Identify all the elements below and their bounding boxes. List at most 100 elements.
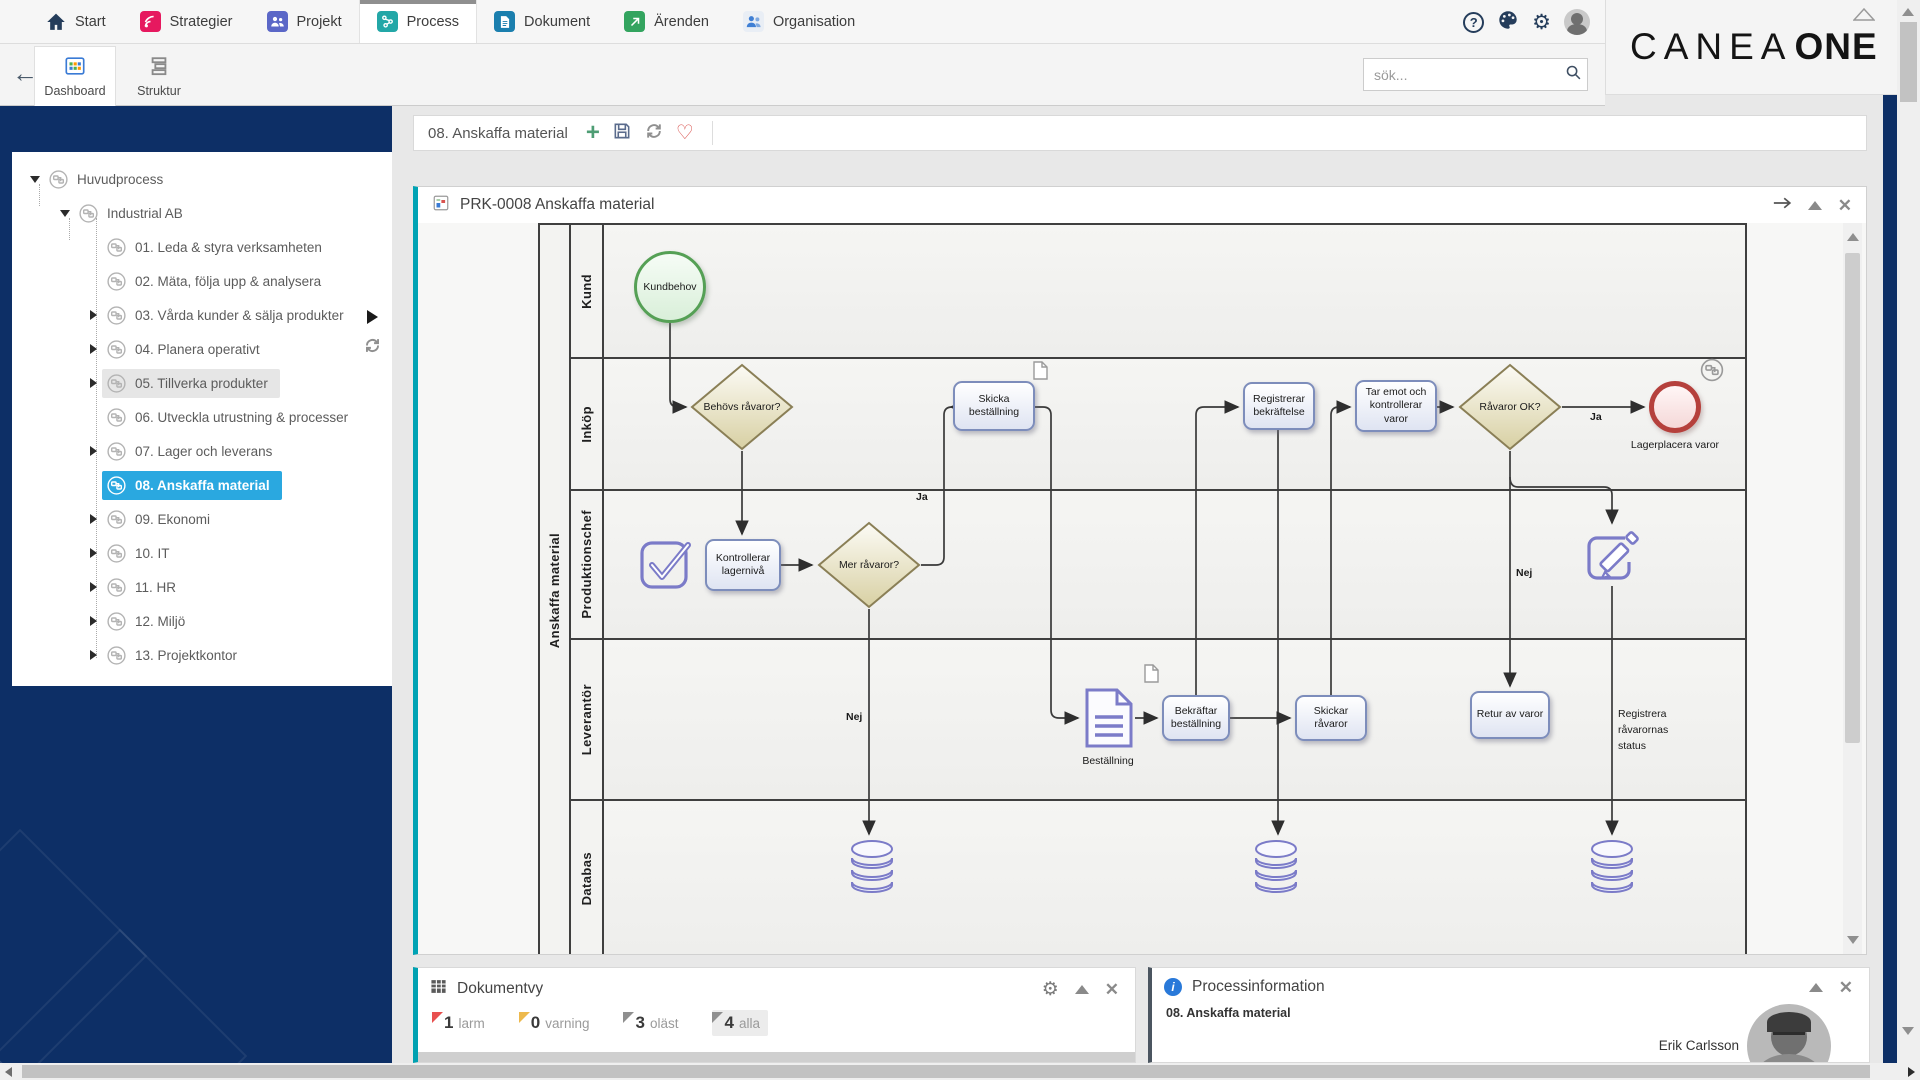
scroll-right-icon[interactable] <box>1908 1067 1915 1077</box>
horizontal-scrollbar[interactable] <box>0 1063 1920 1080</box>
tree-item-02[interactable]: 02. Mäta, följa upp & analysera <box>12 264 392 298</box>
user-avatar[interactable] <box>1564 9 1590 35</box>
gateway-behovs-ravaror[interactable]: Behövs råvaror? <box>690 363 794 451</box>
tree-item-09[interactable]: 09. Ekonomi <box>12 502 392 536</box>
tree-item-06[interactable]: 06. Utveckla utrustning & processer <box>12 400 392 434</box>
chip-alla[interactable]: 4 alla <box>712 1010 768 1036</box>
database-icon[interactable] <box>849 839 895 900</box>
collapse-icon[interactable] <box>1074 984 1089 994</box>
tree-item-08-selected[interactable]: 08. Anskaffa material <box>12 468 392 502</box>
task-skicka-bestallning[interactable]: Skicka beställning <box>953 381 1035 431</box>
refresh-icon[interactable] <box>644 121 664 146</box>
task-retur-av-varor[interactable]: Retur av varor <box>1470 691 1550 739</box>
chevron-right-icon[interactable] <box>86 582 102 592</box>
tree-item-10[interactable]: 10. IT <box>12 536 392 570</box>
add-icon[interactable]: + <box>586 121 600 145</box>
chevron-down-icon[interactable] <box>58 208 74 218</box>
view-toolbar: ← Dashboard Struktur <box>0 44 1605 106</box>
tree-item-label: 01. Leda & styra verksamheten <box>135 239 322 255</box>
chip-varning[interactable]: 0 varning <box>518 1010 598 1036</box>
tree-item-13[interactable]: 13. Projektkontor <box>12 638 392 672</box>
close-icon[interactable]: ✕ <box>1838 197 1852 214</box>
chip-label: oläst <box>649 1016 679 1031</box>
tab-process[interactable]: Process <box>358 0 478 43</box>
register-edit-icon[interactable] <box>1581 528 1643 591</box>
panel-settings-icon[interactable]: ⚙ <box>1042 980 1059 999</box>
open-arrow-icon[interactable] <box>1773 196 1792 215</box>
chevron-down-icon[interactable] <box>28 174 44 184</box>
chevron-right-icon[interactable] <box>86 446 102 456</box>
chevron-right-icon[interactable] <box>86 378 102 388</box>
scroll-left-icon[interactable] <box>5 1067 12 1077</box>
tree-item-11[interactable]: 11. HR <box>12 570 392 604</box>
database-icon[interactable] <box>1589 839 1635 900</box>
owner-avatar[interactable] <box>1747 1004 1831 1062</box>
search-icon[interactable] <box>1565 64 1582 86</box>
palette-icon[interactable] <box>1497 9 1519 36</box>
collapse-header-icon[interactable] <box>1852 7 1876 26</box>
gateway-ravaror-ok[interactable]: Råvaror OK? <box>1458 363 1562 451</box>
database-icon[interactable] <box>1253 839 1299 900</box>
tree-item-12[interactable]: 12. Miljö <box>12 604 392 638</box>
chevron-right-icon[interactable] <box>86 616 102 626</box>
gateway-mer-ravaror[interactable]: Mer råvaror? <box>817 521 921 609</box>
task-registrerar-bekraftelse[interactable]: Registrerar bekräftelse <box>1243 382 1315 430</box>
task-kontrollerar-lagerniva[interactable]: Kontrollerar lagernivå <box>705 539 781 591</box>
favorite-heart-icon[interactable]: ♡ <box>676 123 694 143</box>
close-icon[interactable]: ✕ <box>1105 981 1119 998</box>
chevron-right-icon[interactable] <box>86 344 102 354</box>
chevron-right-icon[interactable] <box>86 650 102 660</box>
search-input[interactable] <box>1364 66 1565 83</box>
diagram-scrollbar[interactable] <box>1843 223 1862 954</box>
close-icon[interactable]: ✕ <box>1839 979 1853 996</box>
tree-item-05[interactable]: 05. Tillverka produkter <box>12 366 392 400</box>
node-label: Mer råvaror? <box>838 558 900 571</box>
chip-larm[interactable]: 1 larm <box>432 1010 493 1036</box>
vertical-scrollbar[interactable] <box>1897 0 1920 1063</box>
view-tab-dashboard[interactable]: Dashboard <box>34 46 116 106</box>
tree-item-huvudprocess[interactable]: Huvudprocess <box>12 162 392 196</box>
tab-organisation[interactable]: Organisation <box>726 0 872 43</box>
scroll-down-icon[interactable] <box>1902 1027 1914 1035</box>
tab-projekt[interactable]: Projekt <box>250 0 359 43</box>
view-tab-struktur[interactable]: Struktur <box>118 46 200 106</box>
linked-process-icon[interactable] <box>1699 357 1725 388</box>
settings-gear-icon[interactable]: ⚙ <box>1532 12 1551 33</box>
chip-olast[interactable]: 3 oläst <box>623 1010 686 1036</box>
tree-item-03[interactable]: 03. Vårda kunder & sälja produkter <box>12 298 392 332</box>
chevron-right-icon[interactable] <box>86 310 102 320</box>
tree-play-icon[interactable] <box>367 310 378 324</box>
process-node-icon <box>49 169 68 189</box>
manual-check-icon[interactable] <box>638 537 694 596</box>
scroll-down-icon[interactable] <box>1847 936 1859 944</box>
chevron-right-icon[interactable] <box>86 514 102 524</box>
tree-item-label: 12. Miljö <box>135 613 186 629</box>
scrollbar-thumb[interactable] <box>1845 253 1860 743</box>
scroll-up-icon[interactable] <box>1847 233 1859 241</box>
scrollbar-thumb[interactable] <box>1900 22 1917 102</box>
tree-refresh-icon[interactable] <box>363 336 382 360</box>
tree-item-04[interactable]: 04. Planera operativt <box>12 332 392 366</box>
tab-strategier[interactable]: Strategier <box>123 0 250 43</box>
tab-dokument[interactable]: Dokument <box>477 0 607 43</box>
chevron-right-icon[interactable] <box>86 548 102 558</box>
tab-start[interactable]: Start <box>28 0 123 43</box>
collapse-icon[interactable] <box>1807 200 1822 210</box>
task-tar-emot-kontrollerar[interactable]: Tar emot och kontrollerar varor <box>1355 380 1437 432</box>
help-icon[interactable]: ? <box>1463 11 1485 33</box>
panel-scrollbar[interactable] <box>418 1052 1135 1062</box>
save-icon[interactable] <box>612 121 632 146</box>
scrollbar-thumb[interactable] <box>22 1065 1870 1078</box>
tab-arenden[interactable]: Ärenden <box>607 0 726 43</box>
tree-item-label: 06. Utveckla utrustning & processer <box>135 409 349 425</box>
tree-item-07[interactable]: 07. Lager och leverans <box>12 434 392 468</box>
start-event-kundbehov[interactable]: Kundbehov <box>634 251 706 323</box>
task-bekraftar-bestallning[interactable]: Bekräftar beställning <box>1162 695 1230 741</box>
scroll-up-icon[interactable] <box>1902 8 1914 16</box>
bestallning-document-icon[interactable] <box>1083 687 1135 754</box>
collapse-icon[interactable] <box>1808 982 1823 992</box>
chip-label: larm <box>458 1016 485 1031</box>
tab-label: Process <box>406 13 460 30</box>
end-event-lagerplacera[interactable] <box>1649 381 1701 433</box>
task-skickar-ravaror[interactable]: Skickar råvaror <box>1295 695 1367 741</box>
